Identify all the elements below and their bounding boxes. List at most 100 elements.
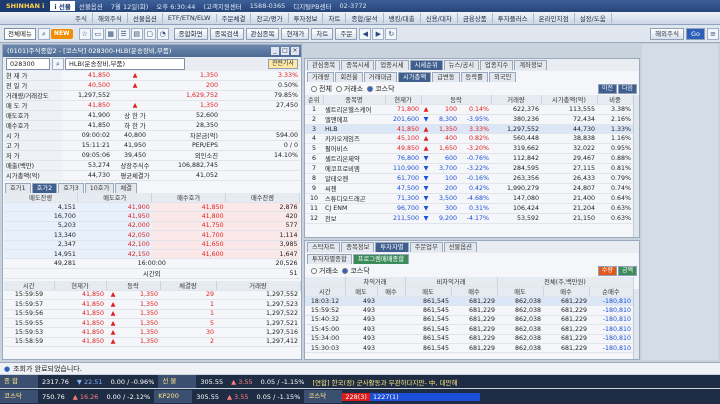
orderbook-ask-row[interactable]: 13,340 42,050 41,700 1,114 [4, 230, 300, 241]
tab-rb1-3[interactable]: 주문업무 [409, 242, 443, 252]
ranking-row[interactable]: 12 천보 211,500 ▼ 9,200 -4.17% 53,592 21,150 0.63% [305, 213, 633, 224]
minimize-icon[interactable]: _ [271, 47, 279, 55]
tab-rt1-3[interactable]: 시세순위 [409, 60, 443, 70]
menu-products[interactable]: 금융상품 [458, 13, 493, 23]
topbar-item[interactable]: 디지털PB센터 [289, 1, 335, 11]
program-scrollbar[interactable] [633, 289, 639, 359]
ranking-row[interactable]: 9 씨젠 47,500 ▼ 200 0.42% 1,990,279 24,807 0.74% [305, 183, 633, 195]
tab-orderbook-2[interactable]: 호가2 [31, 183, 58, 193]
tab-rt1-4[interactable]: 뉴스/공시 [443, 60, 480, 70]
tab-rb1-4[interactable]: 선물옵션 [443, 242, 477, 252]
next-button[interactable]: 다음 [617, 84, 637, 94]
ranking-row[interactable]: 11 CJ ENM 96,700 ▼ 300 0.31% 106,424 21,204 0.63… [305, 203, 633, 214]
tab-rb1-1[interactable]: 종목정보 [341, 242, 375, 252]
tab-rt2-4[interactable]: 급변동 [432, 72, 460, 82]
go-button[interactable]: Go [685, 27, 705, 40]
star-icon[interactable]: ☆ [78, 27, 91, 40]
tab-rt1-6[interactable]: 계좌정보 [514, 60, 548, 70]
tab-rt2-1[interactable]: 회전율 [335, 72, 363, 82]
list-icon[interactable]: ☰ [117, 27, 130, 40]
topbar-item[interactable]: 선물옵션 [75, 1, 107, 11]
ranking-row[interactable]: 1 셀트리온헬스케어 71,800 ▲ 100 0.14% 622,376 113,555 3.… [305, 104, 633, 115]
radio-kospi[interactable] [311, 268, 317, 274]
menu-analysis[interactable]: 종합/분석 [346, 13, 384, 23]
tab-trades[interactable]: 체결 [115, 183, 137, 193]
radio-all[interactable] [311, 86, 317, 92]
tab-rb2-1[interactable]: 프로그램매매종합 [352, 254, 410, 264]
refresh-icon[interactable]: ↻ [385, 27, 398, 40]
menu-plus[interactable]: 투자플러스 [493, 13, 534, 23]
radio-kospi[interactable] [335, 86, 342, 92]
program-row[interactable]: 15:40:32 493 861,545 681,229 862,038 681,229-… [305, 315, 633, 326]
menu-credit[interactable]: 신용/대차 [421, 13, 458, 23]
ranking-row[interactable]: 8 알테오젠 61,700 ▼ 100 -0.16% 263,356 26,433 0.79% [305, 173, 633, 185]
tab-rt2-0[interactable]: 거래량 [307, 72, 335, 82]
close-icon[interactable]: × [291, 47, 299, 55]
ranking-row[interactable]: 6 셀트리온제약 76,800 ▼ 600 -0.76% 112,842 29,467 0.88… [305, 153, 633, 165]
arrow-right-icon[interactable]: ▶ [372, 27, 385, 40]
maximize-icon[interactable]: □ [281, 47, 289, 55]
document-icon[interactable]: ▢ [143, 27, 156, 40]
menu-icon[interactable]: ≡ [707, 27, 719, 40]
tab-orderbook-1[interactable]: 호가1 [5, 183, 31, 193]
menu-online[interactable]: 온라인지점 [534, 13, 575, 23]
menu-foreign-stock[interactable]: 해외주식 [93, 13, 128, 23]
menu-settings[interactable]: 설정/도움 [575, 13, 612, 23]
tab-rt1-5[interactable]: 업종지수 [480, 60, 514, 70]
stock-search-button[interactable]: 종목검색 [209, 27, 244, 40]
ranking-row[interactable]: 3 HLB 41,850 ▲ 1,350 3.33% 1,297,552 44,730 1.33… [305, 124, 633, 135]
ranking-scrollbar[interactable] [633, 95, 639, 237]
ranking-row[interactable]: 5 펄어비스 49,850 ▲ 1,650 -3.20% 319,662 32,022 0.95… [305, 143, 633, 155]
foreign-stock-button[interactable]: 해외주식 [650, 27, 684, 40]
tab-rt1-2[interactable]: 업종시세 [375, 60, 409, 70]
orderbook-ask-row[interactable]: 4,151 41,900 41,850 2,876 [4, 202, 300, 213]
chart-icon[interactable]: ▤ [130, 27, 143, 40]
prev-button[interactable]: 이전 [597, 84, 617, 94]
orderbook-ask-row[interactable]: 5,203 42,000 41,750 577 [4, 221, 300, 232]
program-row[interactable]: 15:30:03 493 861,545 681,229 862,038 681,229-… [305, 343, 633, 354]
orderbook-ask-row[interactable]: 16,700 41,950 41,800 420 [4, 211, 300, 222]
amount-button[interactable]: 금액 [617, 266, 637, 276]
tab-rb2-0[interactable]: 투자자별종합 [307, 254, 352, 264]
ranking-row[interactable]: 7 에코프로비엠 110,900 ▼ 3,700 -3.22% 284,595 27,115 0… [305, 163, 633, 175]
ranking-row[interactable]: 2 엘앤에프 201,600 ▼ 8,300 -3.95% 380,236 72,434 2.1… [305, 114, 633, 125]
menu-balance[interactable]: 잔고/평가 [251, 13, 289, 23]
program-row[interactable]: 15:34:00 493 861,545 681,229 862,038 681,229-… [305, 334, 633, 344]
menu-stock[interactable]: 주식 [70, 13, 93, 23]
menu-chart[interactable]: 차트 [323, 13, 347, 23]
tab-orderbook-10[interactable]: 10호가 [84, 183, 115, 193]
ranking-row[interactable]: 10 스튜디오드래곤 71,300 ▼ 3,500 -4.68% 147,080 21,400… [305, 193, 633, 205]
ranking-row[interactable]: 4 카카오게임즈 45,100 ▲ 400 0.82% 560,448 38,838 1.16% [305, 133, 633, 145]
order-button[interactable]: 주문 [335, 27, 358, 40]
price-button[interactable]: 현재가 [281, 27, 310, 40]
tab-rt2-5[interactable]: 등락률 [460, 72, 488, 82]
menu-orders[interactable]: 주문체결 [217, 13, 252, 23]
tab-futures[interactable]: i 선물 [50, 1, 75, 11]
tab-rt1-0[interactable]: 관심종목 [307, 60, 341, 70]
menu-info[interactable]: 투자정보 [289, 13, 324, 23]
search-icon[interactable]: ⌕ [37, 27, 50, 40]
folder-icon[interactable]: ▭ [91, 27, 104, 40]
program-row[interactable]: 15:45:00 493 861,545 681,229 862,038 681,229-… [305, 324, 633, 335]
news-ticker[interactable]: [연합] 한국(정) 군사활동과 무관하다지만- 中, 대만해 [308, 377, 461, 387]
tab-rt2-6[interactable]: 외국인 [488, 72, 517, 82]
all-menu-select[interactable]: 전체메뉴 [4, 27, 36, 40]
menu-etf[interactable]: ETF/ETN/ELW [163, 14, 217, 22]
bell-icon[interactable]: ◔ [156, 27, 169, 40]
stock-code-input[interactable]: 028300 [6, 58, 50, 70]
overview-button[interactable]: 종합화면 [173, 27, 208, 40]
menu-futures[interactable]: 선물옵션 [128, 13, 163, 23]
new-badge[interactable]: NEW [50, 28, 73, 39]
watchlist-button[interactable]: 관심종목 [245, 27, 280, 40]
tab-rt1-1[interactable]: 종목시세 [341, 60, 375, 70]
menu-banking[interactable]: 뱅킹/대출 [384, 13, 421, 23]
search-icon[interactable]: ⌕ [52, 58, 64, 70]
tab-rt2-2[interactable]: 거래대금 [363, 72, 397, 82]
grid-icon[interactable]: ▦ [104, 27, 117, 40]
orderbook-ask-row[interactable]: 14,951 42,150 41,600 1,647 [4, 249, 300, 260]
tab-rb1-2[interactable]: 투자자별 [375, 242, 409, 252]
program-row[interactable]: 15:59:52 493 861,545 681,229 862,038 681,229-… [305, 305, 633, 316]
quantity-button[interactable]: 수량 [597, 266, 617, 276]
tab-orderbook-3[interactable]: 호가3 [58, 183, 84, 193]
arrow-left-icon[interactable]: ◀ [359, 27, 372, 40]
